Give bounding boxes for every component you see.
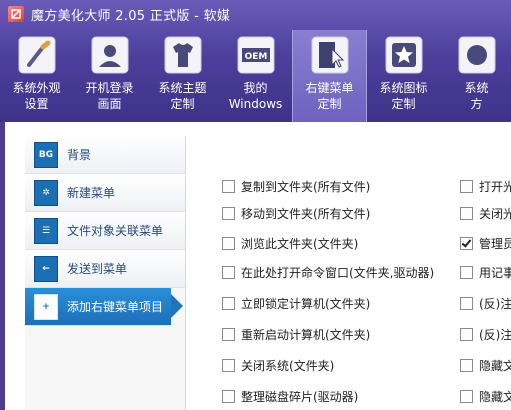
checkbox[interactable] — [460, 206, 473, 220]
checkbox[interactable] — [222, 389, 235, 403]
tab-system-other[interactable]: 系统 方 — [440, 30, 511, 122]
checkbox[interactable] — [222, 206, 235, 220]
user-card-icon — [89, 34, 131, 76]
tab-system-theme[interactable]: 系统主题 定制 — [146, 30, 219, 122]
checkbox[interactable] — [460, 358, 473, 372]
new-menu-icon: ✲ — [34, 179, 58, 206]
bg-icon: BG — [34, 141, 58, 168]
oem-icon: OEM — [235, 34, 277, 76]
option-label: 打开光 — [479, 179, 511, 194]
main-tabs: 系统外观 设置 开机登录 画面 系统主题 定制 OEM 我的 Windows 右… — [0, 30, 511, 122]
option-label: 隐藏文 — [479, 389, 511, 404]
option-hide-file-2[interactable]: 隐藏文 — [460, 387, 511, 405]
checkbox[interactable] — [222, 179, 235, 193]
checkbox[interactable] — [460, 236, 473, 250]
option-restart-computer[interactable]: 重新启动计算机(文件夹) — [222, 325, 370, 343]
checkbox[interactable] — [460, 389, 473, 403]
tab-label: 系统图标 定制 — [379, 81, 428, 111]
sidebar-item-file-association[interactable]: ☰ 文件对象关联菜单 — [25, 212, 185, 250]
option-move-to-folder[interactable]: 移动到文件夹(所有文件) — [222, 204, 370, 222]
sidebar-item-label: 新建菜单 — [67, 186, 116, 200]
option-label: 移动到文件夹(所有文件) — [241, 206, 371, 221]
sidebar-item-label: 背景 — [67, 148, 92, 162]
option-lock-computer[interactable]: 立即锁定计算机(文件夹) — [222, 294, 370, 312]
option-hide-file-1[interactable]: 隐藏文 — [460, 356, 511, 374]
svg-text:OEM: OEM — [244, 52, 267, 62]
option-label: 重新启动计算机(文件夹) — [241, 327, 371, 342]
checkbox[interactable] — [222, 265, 235, 279]
option-label: 复制到文件夹(所有文件) — [241, 179, 371, 194]
option-shutdown[interactable]: 关闭系统(文件夹) — [222, 356, 334, 374]
top-banner: 魔方美化大师 2.05 正式版 - 软媒 系统外观 设置 开机登录 画面 系统主… — [0, 0, 511, 122]
tab-label: 系统主题 定制 — [158, 81, 207, 111]
option-label: 管理员 — [479, 236, 511, 251]
tshirt-icon — [162, 34, 204, 76]
option-defrag[interactable]: 整理磁盘碎片(驱动器) — [222, 387, 358, 405]
option-label: 关闭系统(文件夹) — [241, 358, 335, 373]
window-title: 魔方美化大师 2.05 正式版 - 软媒 — [31, 8, 231, 24]
option-open-tray[interactable]: 打开光 — [460, 177, 511, 195]
app-logo-icon — [8, 6, 24, 22]
tab-label: 系统 方 — [464, 81, 489, 111]
checkbox[interactable] — [460, 296, 473, 310]
option-admin[interactable]: 管理员 — [460, 234, 511, 252]
sidebar-item-add-context-item[interactable]: + 添加右键菜单项目 — [25, 288, 183, 326]
sidebar-item-label: 发送到菜单 — [67, 262, 128, 276]
option-register-2[interactable]: (反)注册 — [460, 325, 511, 343]
checkbox[interactable] — [460, 327, 473, 341]
option-notepad[interactable]: 用记事 — [460, 263, 511, 281]
content-panel: BG 背景 ✲ 新建菜单 ☰ 文件对象关联菜单 ← 发送到菜单 + 添加右键菜单… — [5, 122, 511, 410]
tab-label: 右键菜单 定制 — [305, 81, 354, 111]
arrow-left-icon: ← — [34, 255, 58, 282]
option-label: 整理磁盘碎片(驱动器) — [241, 389, 359, 404]
checkbox[interactable] — [222, 327, 235, 341]
option-browse-folder[interactable]: 浏览此文件夹(文件夹) — [222, 234, 358, 252]
sidebar-item-background[interactable]: BG 背景 — [25, 136, 185, 174]
option-label: 关闭光 — [479, 206, 511, 221]
option-label: (反)注册 — [479, 296, 511, 311]
tab-label: 开机登录 画面 — [85, 81, 134, 111]
option-register-1[interactable]: (反)注册 — [460, 294, 511, 312]
checkbox[interactable] — [460, 265, 473, 279]
checkbox[interactable] — [222, 358, 235, 372]
checkbox[interactable] — [460, 179, 473, 193]
sidebar-item-send-to[interactable]: ← 发送到菜单 — [25, 250, 185, 288]
option-label: 隐藏文 — [479, 358, 511, 373]
star-icon — [383, 34, 425, 76]
option-label: 立即锁定计算机(文件夹) — [241, 296, 371, 311]
option-label: (反)注册 — [479, 327, 511, 342]
option-label: 用记事 — [479, 265, 511, 280]
tab-label: 我的 Windows — [228, 81, 283, 111]
paintbrush-icon — [16, 34, 58, 76]
sidebar-item-new-menu[interactable]: ✲ 新建菜单 — [25, 174, 185, 212]
plus-icon: + — [34, 293, 58, 320]
tab-appearance[interactable]: 系统外观 设置 — [0, 30, 73, 122]
tab-label: 系统外观 设置 — [12, 81, 61, 111]
sidebar-item-label: 添加右键菜单项目 — [67, 300, 164, 314]
tab-system-icons[interactable]: 系统图标 定制 — [367, 30, 440, 122]
list-icon: ☰ — [34, 217, 58, 244]
sidebar-item-label: 文件对象关联菜单 — [67, 224, 164, 238]
option-close-tray[interactable]: 关闭光 — [460, 204, 511, 222]
option-open-cmd-here[interactable]: 在此处打开命令窗口(文件夹,驱动器) — [222, 263, 434, 281]
checkbox[interactable] — [222, 296, 235, 310]
title-bar: 魔方美化大师 2.05 正式版 - 软媒 — [0, 0, 511, 28]
partial-icon — [456, 34, 498, 76]
tab-login-screen[interactable]: 开机登录 画面 — [73, 30, 146, 122]
tab-my-windows[interactable]: OEM 我的 Windows — [219, 30, 292, 122]
checkbox[interactable] — [222, 236, 235, 250]
sidebar: BG 背景 ✲ 新建菜单 ☰ 文件对象关联菜单 ← 发送到菜单 + 添加右键菜单… — [25, 136, 186, 410]
option-label: 浏览此文件夹(文件夹) — [241, 236, 359, 251]
option-label: 在此处打开命令窗口(文件夹,驱动器) — [241, 265, 435, 280]
option-copy-to-folder[interactable]: 复制到文件夹(所有文件) — [222, 177, 370, 195]
context-menu-icon — [309, 34, 351, 76]
tab-context-menu[interactable]: 右键菜单 定制 — [292, 30, 367, 122]
